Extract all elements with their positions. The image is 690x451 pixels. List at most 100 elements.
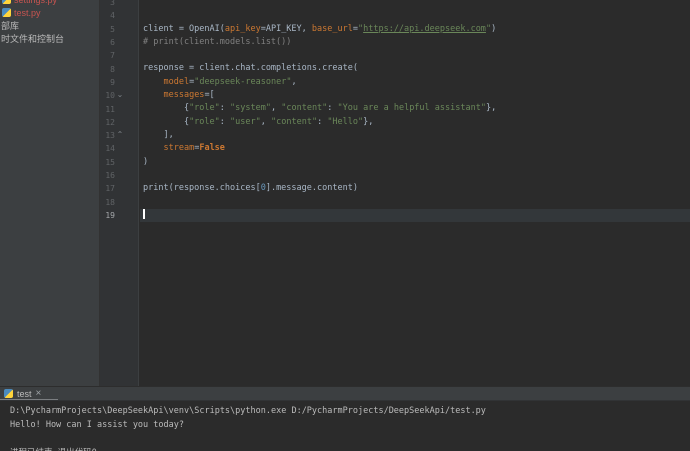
line-number: 13 xyxy=(105,131,115,140)
code-token: : xyxy=(220,117,230,127)
editor-line[interactable]: 16 xyxy=(100,169,690,182)
gutter-cell[interactable]: 14 xyxy=(100,142,140,155)
editor-line[interactable]: 8 response = client.chat.completions.crea… xyxy=(100,62,690,75)
code-token: response = client.chat.completions.creat… xyxy=(143,63,358,73)
tree-item[interactable]: 部库 xyxy=(0,19,99,32)
gutter-cell[interactable]: 18 xyxy=(100,195,140,208)
console-line: D:\PycharmProjects\DeepSeekApi\venv\Scri… xyxy=(10,404,690,418)
gutter-cell[interactable]: 15 xyxy=(100,156,140,169)
gutter-cell[interactable]: 9 xyxy=(100,76,140,89)
tree-item[interactable]: test.py xyxy=(0,6,99,19)
code-token: , xyxy=(271,103,281,113)
code-line[interactable]: # print(client.models.list()) xyxy=(140,36,690,49)
tree-item[interactable]: 时文件和控制台 xyxy=(0,32,99,45)
code-line[interactable]: response = client.chat.completions.creat… xyxy=(140,62,690,75)
gutter-cell[interactable]: 13⌃ xyxy=(100,129,140,142)
line-number: 19 xyxy=(105,211,115,220)
editor-line[interactable]: 4 xyxy=(100,9,690,22)
code-line[interactable] xyxy=(140,9,690,22)
code-line[interactable] xyxy=(140,0,690,9)
fold-close-icon[interactable]: ⌃ xyxy=(115,129,125,142)
code-token: stream xyxy=(163,143,194,153)
gutter-cell[interactable]: 7 xyxy=(100,49,140,62)
code-line[interactable]: print(response.choices[0].message.conten… xyxy=(140,182,690,195)
editor-line[interactable]: 18 xyxy=(100,195,690,208)
code-line[interactable]: ], xyxy=(140,129,690,142)
editor-line[interactable]: 13⌃ ], xyxy=(100,129,690,142)
code-line[interactable]: {"role": "user", "content": "Hello"}, xyxy=(140,116,690,129)
tree-item-label: 部库 xyxy=(1,19,19,32)
line-number: 9 xyxy=(110,78,115,87)
gutter-cell[interactable]: 3 xyxy=(100,0,140,9)
line-number: 10 xyxy=(105,91,115,100)
line-number: 8 xyxy=(110,65,115,74)
code-line[interactable]: {"role": "system", "content": "You are a… xyxy=(140,102,690,115)
python-file-icon xyxy=(2,0,11,4)
console-line: Hello! How can I assist you today? xyxy=(10,418,690,432)
editor-line[interactable]: 9 model="deepseek-reasoner", xyxy=(100,76,690,89)
code-token: { xyxy=(143,103,189,113)
code-line[interactable]: client = OpenAI(api_key=API_KEY, base_ur… xyxy=(140,23,690,36)
code-line[interactable] xyxy=(140,49,690,62)
code-line[interactable]: model="deepseek-reasoner", xyxy=(140,76,690,89)
gutter-cell[interactable]: 16 xyxy=(100,169,140,182)
run-tab-label: test xyxy=(17,389,32,399)
code-editor[interactable]: 3 4 5 client = OpenAI(api_key=API_KEY, base… xyxy=(100,0,690,387)
code-line[interactable] xyxy=(140,209,690,222)
editor-line[interactable]: 6 # print(client.models.list()) xyxy=(100,36,690,49)
close-icon[interactable]: × xyxy=(36,389,42,398)
gutter-cell[interactable]: 4 xyxy=(100,9,140,22)
code-token: "deepseek-reasoner" xyxy=(194,77,291,87)
code-token: : xyxy=(220,103,230,113)
gutter-cell[interactable]: 17 xyxy=(100,182,140,195)
pycharm-window: settings.pytest.py部库时文件和控制台 3 4 5 client = … xyxy=(0,0,690,451)
project-tree-panel: settings.pytest.py部库时文件和控制台 xyxy=(0,0,100,387)
code-token: : xyxy=(327,103,337,113)
editor-line[interactable]: 3 xyxy=(100,0,690,9)
editor-line[interactable]: 15) xyxy=(100,156,690,169)
code-line[interactable] xyxy=(140,195,690,208)
editor-line[interactable]: 11 {"role": "system", "content": "You ar… xyxy=(100,102,690,115)
code-line[interactable]: ) xyxy=(140,156,690,169)
line-number: 3 xyxy=(110,0,115,7)
tree-item-label: test.py xyxy=(14,8,41,18)
line-number: 5 xyxy=(110,25,115,34)
code-token xyxy=(143,90,163,100)
editor-line[interactable]: 10⌄ messages=[ xyxy=(100,89,690,102)
gutter-cell[interactable]: 10⌄ xyxy=(100,89,140,102)
code-token: "content" xyxy=(281,103,327,113)
fold-open-icon[interactable]: ⌄ xyxy=(115,89,125,102)
code-token: api_key xyxy=(225,24,261,34)
gutter-cell[interactable]: 12 xyxy=(100,116,140,129)
code-token: =[ xyxy=(204,90,214,100)
gutter-cell[interactable]: 5 xyxy=(100,23,140,36)
code-token: messages xyxy=(163,90,204,100)
editor-line[interactable]: 12 {"role": "user", "content": "Hello"}, xyxy=(100,116,690,129)
editor-line[interactable]: 5 client = OpenAI(api_key=API_KEY, base_u… xyxy=(100,23,690,36)
line-number: 15 xyxy=(105,158,115,167)
editor-line[interactable]: 17print(response.choices[0].message.cont… xyxy=(100,182,690,195)
editor-line[interactable]: 7 xyxy=(100,49,690,62)
code-token: "You are a helpful assistant" xyxy=(338,103,486,113)
console-line: 进程已结束,退出代码0 xyxy=(10,446,690,451)
line-number: 7 xyxy=(110,51,115,60)
code-token: : xyxy=(317,117,327,127)
code-line[interactable]: stream=False xyxy=(140,142,690,155)
gutter-cell[interactable]: 8 xyxy=(100,62,140,75)
code-line[interactable] xyxy=(140,169,690,182)
code-token: , xyxy=(261,117,271,127)
code-token: "system" xyxy=(230,103,271,113)
editor-line[interactable]: 14 stream=False xyxy=(100,142,690,155)
code-token: =API_KEY, xyxy=(261,24,312,34)
editor-lines: 3 4 5 client = OpenAI(api_key=API_KEY, base… xyxy=(100,0,690,222)
gutter-cell[interactable]: 11 xyxy=(100,102,140,115)
line-number: 6 xyxy=(110,38,115,47)
code-token: https://api.deepseek.com xyxy=(363,24,486,34)
code-token: { xyxy=(143,117,189,127)
gutter-cell[interactable]: 6 xyxy=(100,36,140,49)
editor-line[interactable]: 19 xyxy=(100,209,690,222)
gutter-cell[interactable]: 19 xyxy=(100,209,140,222)
code-token: ].message.content) xyxy=(266,183,358,193)
line-number: 14 xyxy=(105,144,115,153)
code-line[interactable]: messages=[ xyxy=(140,89,690,102)
